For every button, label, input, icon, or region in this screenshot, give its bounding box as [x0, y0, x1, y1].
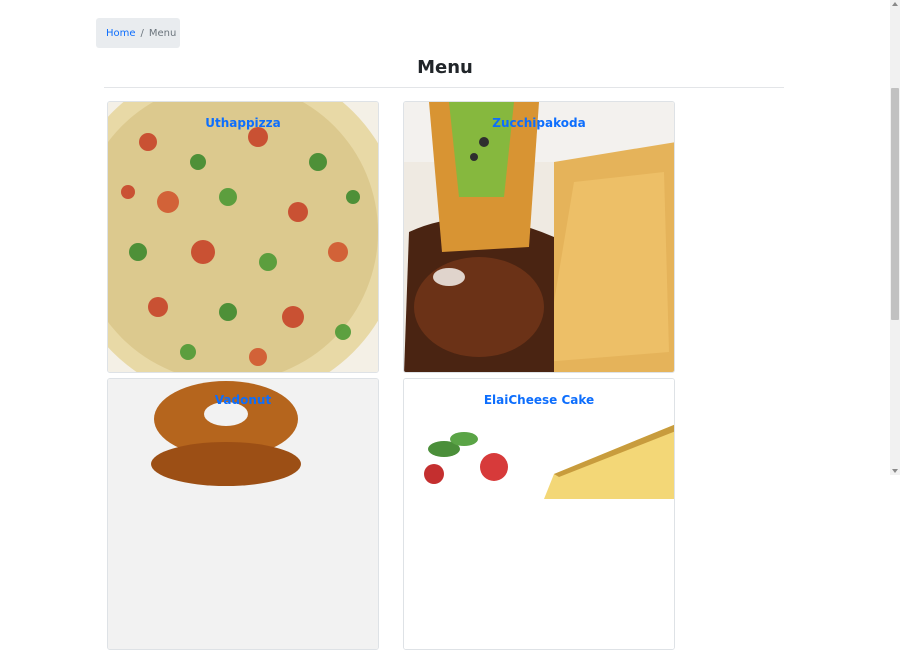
- breadcrumb-separator: /: [140, 27, 144, 39]
- vadonut-image: [108, 379, 378, 649]
- menu-card-vadonut[interactable]: Vadonut: [107, 378, 379, 650]
- scroll-up-arrow-icon[interactable]: [892, 2, 898, 6]
- menu-card-zucchipakoda[interactable]: Zucchipakoda: [403, 101, 675, 373]
- menu-card-uthappizza[interactable]: Uthappizza: [107, 101, 379, 373]
- page-title: Menu: [417, 57, 473, 78]
- breadcrumb: Home / Menu: [96, 18, 180, 48]
- page-container: Home / Menu Menu Uthappizza Zucchipakoda…: [0, 0, 890, 650]
- vertical-scrollbar[interactable]: [890, 0, 900, 475]
- menu-card-title[interactable]: Zucchipakoda: [404, 116, 674, 130]
- title-divider: [104, 87, 784, 88]
- menu-card-title[interactable]: ElaiCheese Cake: [404, 393, 674, 407]
- scroll-down-arrow-icon[interactable]: [892, 469, 898, 473]
- elaicheese-cake-image: [404, 379, 674, 649]
- breadcrumb-current: Menu: [148, 27, 177, 39]
- menu-card-elaicheese-cake[interactable]: ElaiCheese Cake: [403, 378, 675, 650]
- zucchipakoda-image: [404, 102, 674, 372]
- scrollbar-thumb[interactable]: [891, 88, 899, 320]
- breadcrumb-home-link[interactable]: Home: [106, 28, 136, 39]
- menu-card-title[interactable]: Vadonut: [108, 393, 378, 407]
- uthappizza-image: [108, 102, 378, 372]
- menu-card-title[interactable]: Uthappizza: [108, 116, 378, 130]
